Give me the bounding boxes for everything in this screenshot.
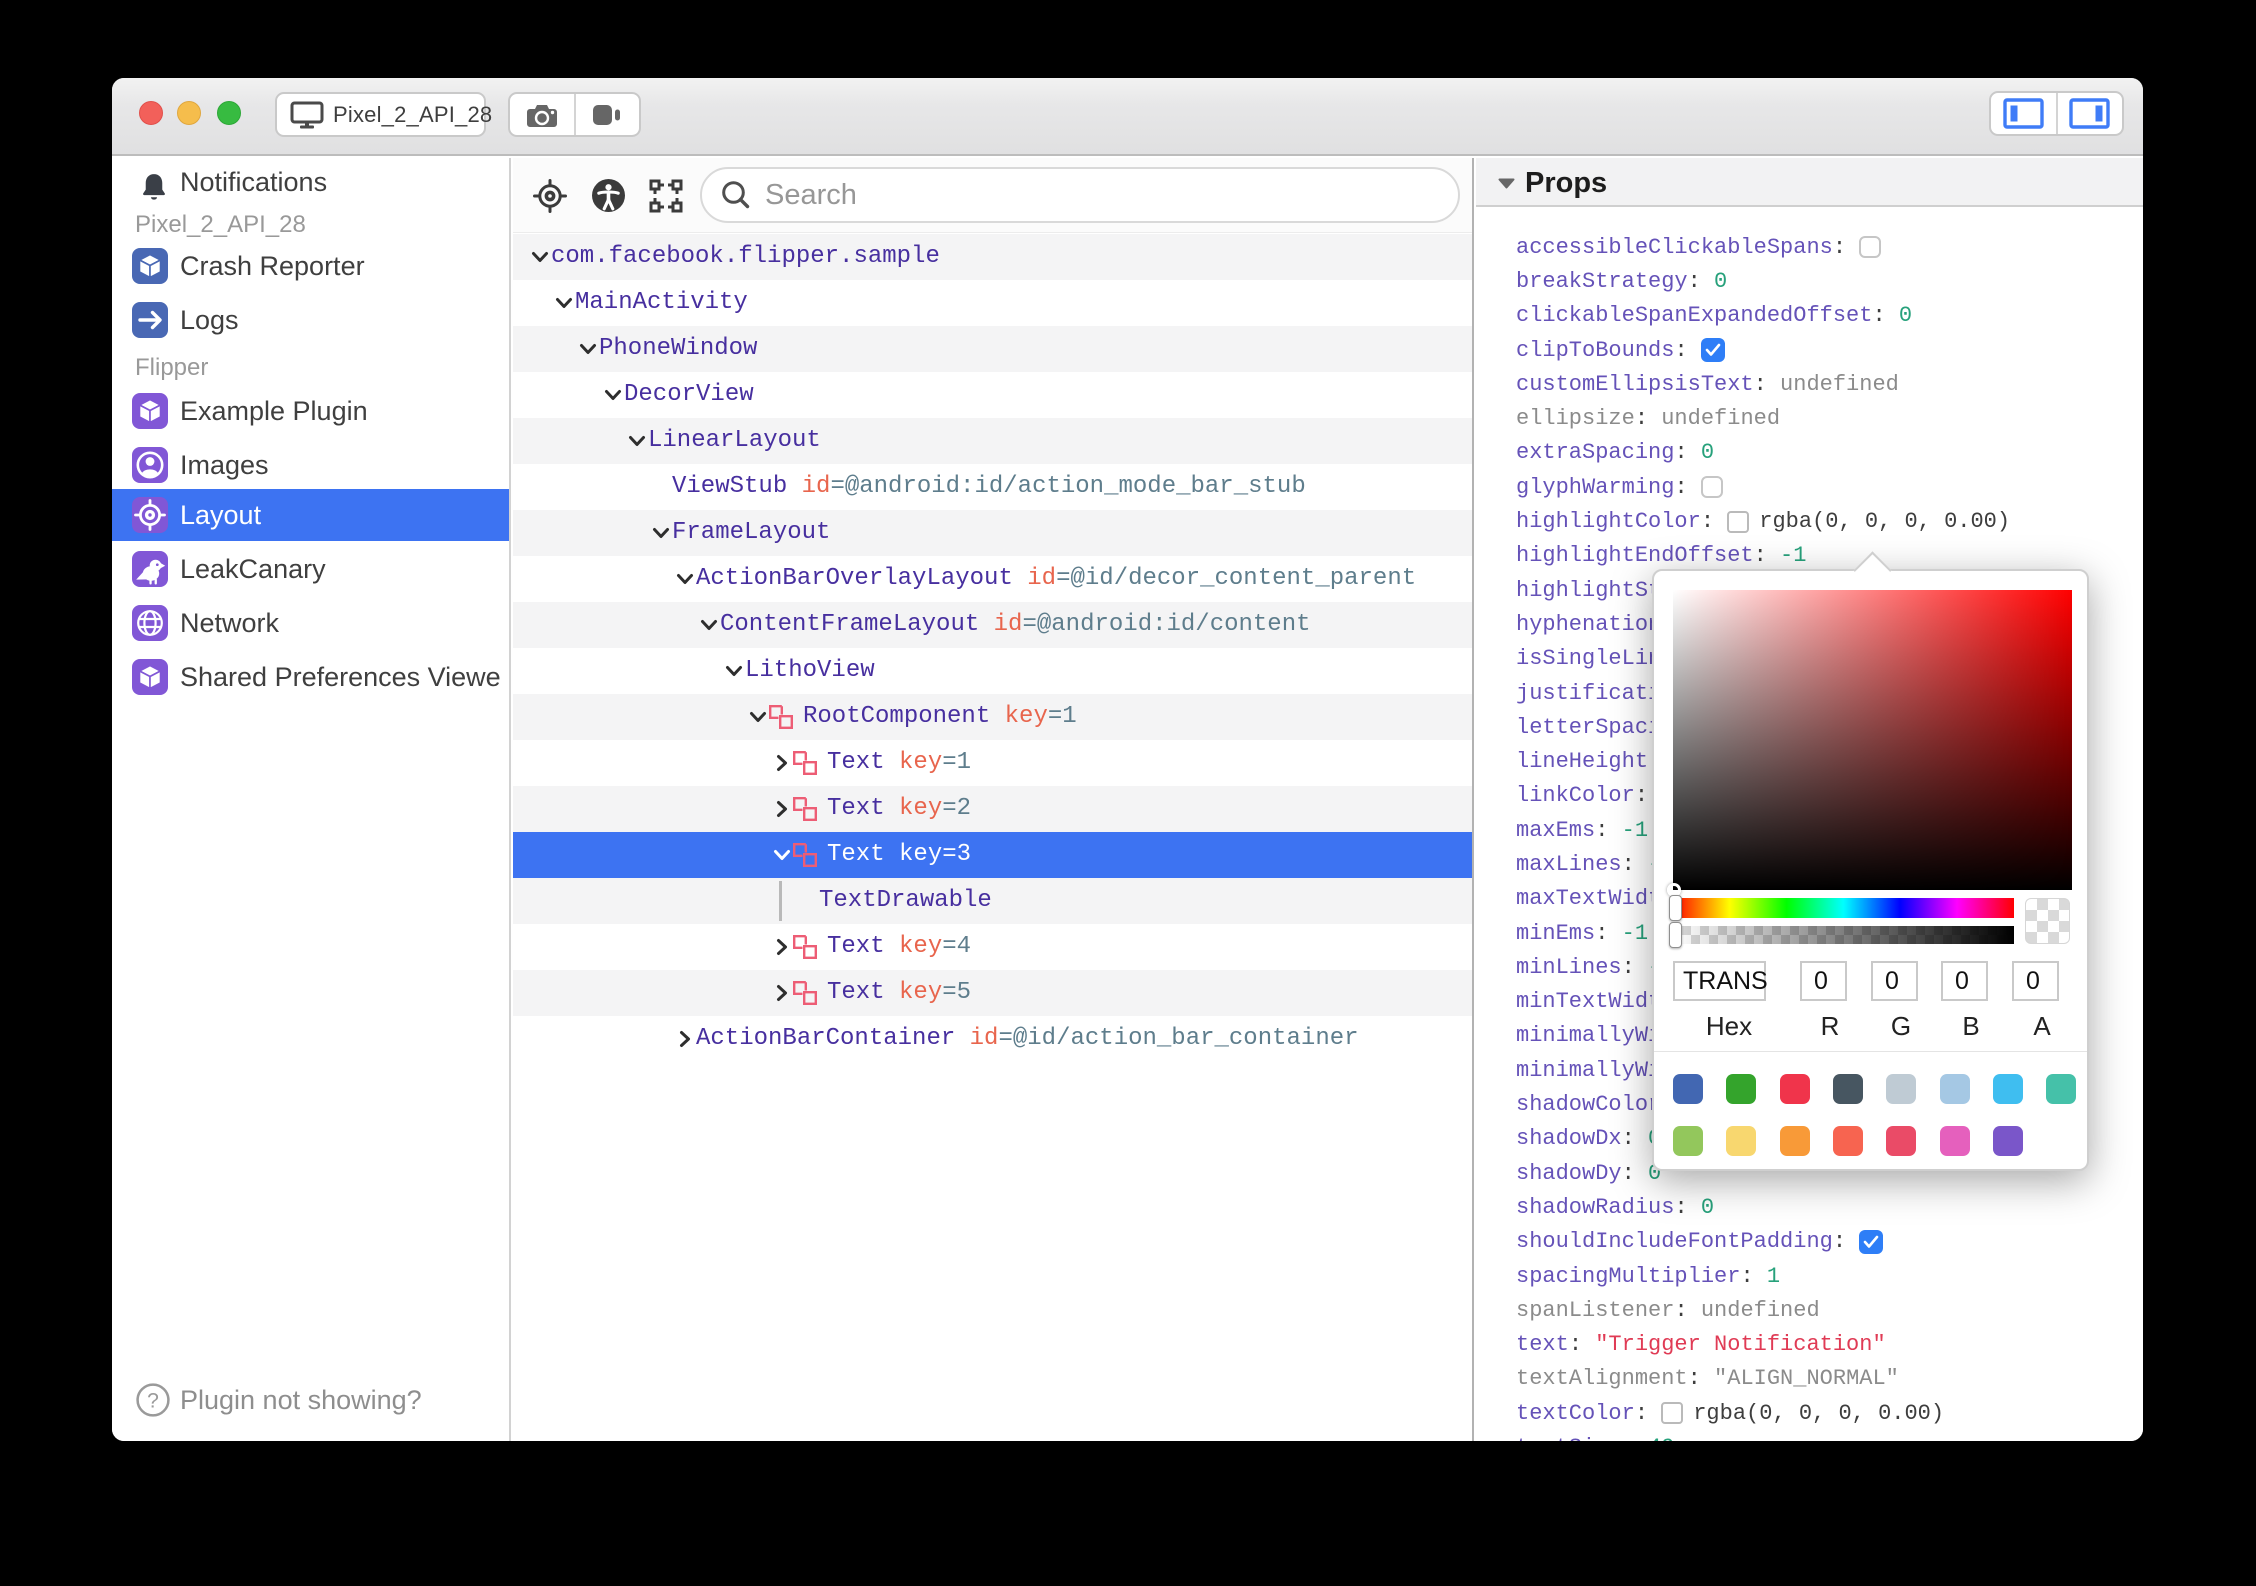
svg-text:?: ?	[147, 1389, 159, 1412]
